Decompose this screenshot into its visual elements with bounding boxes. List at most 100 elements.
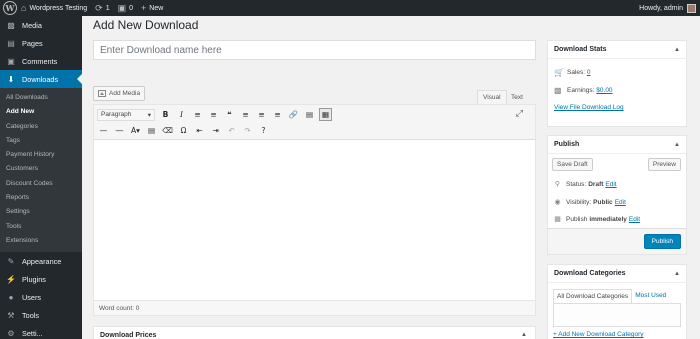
submenu-discount-codes[interactable]: Discount Codes: [0, 177, 82, 191]
menu-item-users[interactable]: ● Users: [0, 288, 82, 306]
word-count: Word count: 0: [99, 304, 140, 312]
tab-all-categories[interactable]: All Download Categories: [553, 289, 633, 303]
plus-icon: +: [141, 3, 147, 13]
submenu-tools[interactable]: Tools: [0, 220, 82, 234]
preview-button[interactable]: Preview: [647, 158, 681, 171]
edit-status-link[interactable]: Edit: [605, 181, 616, 188]
status-label: Status:: [566, 180, 587, 188]
blockquote-icon[interactable]: ❝: [223, 108, 236, 121]
paste-text-icon[interactable]: ▤: [145, 124, 158, 137]
menu-item-settings[interactable]: ⚙ Setti...: [0, 324, 82, 339]
publish-header[interactable]: Publish ▲: [548, 136, 686, 154]
submenu-all-downloads[interactable]: All Downloads: [0, 91, 82, 105]
align-right-icon[interactable]: ≡: [271, 108, 284, 121]
bold-icon[interactable]: B: [159, 108, 172, 121]
download-stats-title: Download Stats: [554, 46, 607, 53]
new-content-link[interactable]: + New: [137, 0, 167, 16]
italic-icon[interactable]: I: [175, 108, 188, 121]
wordpress-logo-icon[interactable]: W: [3, 1, 17, 15]
menu-item-plugins[interactable]: ⚡ Plugins: [0, 270, 82, 288]
undo-icon[interactable]: ↶: [225, 124, 238, 137]
redo-icon[interactable]: ↷: [241, 124, 254, 137]
menu-item-tools[interactable]: ⚒ Tools: [0, 306, 82, 324]
avatar: [687, 3, 696, 13]
editor-toolbar: Paragraph ▾ B I ≡ ≡ ❝ ≡ ≡ ≡ 🔗 ▤ ▦ — ― A▾…: [94, 105, 535, 140]
text-color-icon[interactable]: A▾: [129, 124, 142, 137]
edit-visibility-link[interactable]: Edit: [615, 199, 626, 206]
tab-visual[interactable]: Visual: [477, 90, 507, 104]
save-draft-button[interactable]: Save Draft: [552, 158, 593, 171]
outdent-icon[interactable]: ⇤: [193, 124, 206, 137]
updates-icon: ⟳: [95, 2, 103, 13]
cart-icon: 🛒: [554, 67, 564, 77]
earnings-value-link[interactable]: $0.00: [596, 87, 612, 94]
collapse-arrow-icon[interactable]: ▲: [674, 271, 680, 277]
collapse-arrow-icon[interactable]: ▲: [674, 142, 680, 148]
editor-body[interactable]: [94, 140, 535, 300]
special-character-icon[interactable]: Ω: [177, 124, 190, 137]
submenu-add-new[interactable]: Add New: [0, 105, 82, 119]
menu-item-appearance[interactable]: ✎ Appearance: [0, 252, 82, 270]
visibility-row: ◉ Visibility: Public Edit: [553, 198, 626, 207]
updates-link[interactable]: ⟳ 1: [91, 0, 113, 16]
comments-count: 0: [129, 4, 134, 12]
chevron-down-icon: ▾: [147, 111, 151, 119]
submenu-customers[interactable]: Customers: [0, 162, 82, 176]
publish-button[interactable]: Publish: [643, 234, 681, 249]
submenu-extensions[interactable]: Extensions: [0, 234, 82, 248]
file-download-log-link[interactable]: View File Download Log: [548, 104, 686, 111]
add-new-category-link[interactable]: + Add New Download Category: [553, 331, 644, 338]
submenu-tags[interactable]: Tags: [0, 134, 82, 148]
bulleted-list-icon[interactable]: ≡: [191, 108, 204, 121]
horizontal-line-icon[interactable]: ―: [113, 124, 126, 137]
download-name-input[interactable]: Enter Download name here: [93, 40, 536, 60]
align-left-icon[interactable]: ≡: [239, 108, 252, 121]
publish-date-row: ▦ Publish immediately Edit: [553, 215, 640, 224]
download-stats-header[interactable]: Download Stats ▲: [548, 41, 686, 59]
format-select-value: Paragraph: [101, 111, 132, 118]
clear-formatting-icon[interactable]: ⌫: [161, 124, 174, 137]
comments-link[interactable]: ▣ 0: [114, 0, 137, 16]
status-row: ⚲ Status: Draft Edit: [553, 180, 617, 189]
submenu-settings[interactable]: Settings: [0, 205, 82, 219]
home-icon: ⌂: [21, 3, 27, 13]
align-center-icon[interactable]: ≡: [255, 108, 268, 121]
menu-item-downloads[interactable]: ⬇ Downloads: [0, 70, 82, 88]
submenu-payment-history[interactable]: Payment History: [0, 148, 82, 162]
chart-icon: ▩: [554, 85, 562, 95]
menu-item-media[interactable]: ▩ Media: [0, 16, 82, 34]
collapse-arrow-icon[interactable]: ▲: [521, 332, 527, 338]
read-more-icon[interactable]: ▤: [303, 108, 316, 121]
download-categories-header[interactable]: Download Categories ▲: [548, 265, 686, 283]
link-icon[interactable]: 🔗: [287, 108, 300, 121]
publish-box: Publish ▲ Save Draft Preview ⚲ Status: D…: [547, 135, 687, 255]
tab-most-used[interactable]: Most Used: [632, 289, 669, 303]
submenu-reports[interactable]: Reports: [0, 191, 82, 205]
menu-item-comments[interactable]: ▣ Comments: [0, 52, 82, 70]
download-icon: ⬇: [7, 74, 15, 84]
site-name-link[interactable]: ⌂ Wordpress Testing: [17, 0, 91, 16]
submenu-categories[interactable]: Categories: [0, 120, 82, 134]
toolbar-toggle-icon[interactable]: ▦: [319, 108, 332, 121]
downloads-submenu: All Downloads Add New Categories Tags Pa…: [0, 88, 82, 253]
sales-row: 🛒 Sales: 0: [548, 65, 686, 79]
help-icon[interactable]: ?: [257, 124, 270, 137]
add-media-button[interactable]: Add Media: [93, 86, 146, 101]
collapse-arrow-icon[interactable]: ▲: [674, 47, 680, 53]
media-icon: ▩: [7, 20, 15, 30]
download-prices-box: Download Prices ▲: [93, 326, 536, 339]
tools-icon: ⚒: [7, 310, 15, 320]
fullscreen-icon[interactable]: ⤢: [516, 108, 523, 119]
sales-label: Sales:: [567, 68, 586, 76]
sales-value-link[interactable]: 0: [587, 69, 591, 76]
edit-date-link[interactable]: Edit: [629, 216, 640, 223]
tab-text[interactable]: Text: [506, 90, 528, 104]
account-menu[interactable]: Howdy, admin: [635, 0, 700, 16]
numbered-list-icon[interactable]: ≡: [207, 108, 220, 121]
strikethrough-icon[interactable]: —: [97, 124, 110, 137]
format-select[interactable]: Paragraph ▾: [97, 108, 155, 121]
publish-date-value: immediately: [589, 215, 627, 223]
indent-icon[interactable]: ⇥: [209, 124, 222, 137]
menu-item-pages[interactable]: ▤ Pages: [0, 34, 82, 52]
plugins-icon: ⚡: [6, 274, 16, 284]
